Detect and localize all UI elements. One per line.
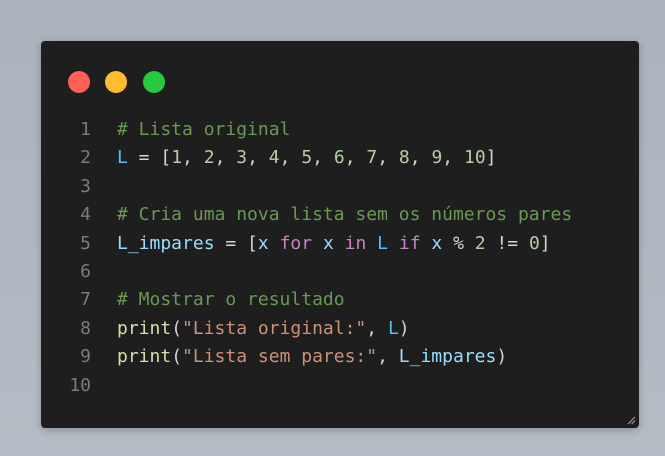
line-source: print("Lista original:", L) xyxy=(117,315,410,343)
code-token: in xyxy=(344,232,367,254)
code-token: 2 xyxy=(474,232,486,254)
line-number: 10 xyxy=(69,374,91,396)
line-source: # Cria uma nova lista sem os números par… xyxy=(117,201,572,229)
line-number: 3 xyxy=(80,175,91,197)
maximize-button[interactable] xyxy=(143,71,165,93)
code-token: x xyxy=(257,232,269,254)
code-token: 1 xyxy=(171,147,183,169)
code-token: print xyxy=(117,346,172,368)
code-token: , xyxy=(182,147,204,169)
code-token: , xyxy=(344,147,367,169)
code-window: 1 # Lista original 2 L = [1, 2, 3, 4, 5, 6,… xyxy=(41,41,639,428)
code-token: , xyxy=(279,147,302,169)
resize-handle-icon[interactable] xyxy=(626,415,636,425)
code-token: L xyxy=(117,147,128,169)
line-number: 2 xyxy=(80,147,91,169)
code-token: "Lista sem pares:" xyxy=(182,346,378,368)
code-token: "Lista original:" xyxy=(182,317,367,339)
code-token: = [ xyxy=(127,147,172,169)
code-line: 10 xyxy=(41,372,639,400)
code-token: 6 xyxy=(333,147,345,169)
line-number: 6 xyxy=(80,260,91,282)
code-token: 7 xyxy=(366,147,378,169)
line-number: 4 xyxy=(80,204,91,226)
close-button[interactable] xyxy=(68,71,90,93)
line-source: # Lista original xyxy=(117,116,290,144)
code-token: L_impares xyxy=(398,346,497,368)
code-token: , xyxy=(366,317,388,339)
minimize-button[interactable] xyxy=(105,71,127,93)
code-token: , xyxy=(442,147,464,169)
code-token: ] xyxy=(485,147,497,169)
code-token: ( xyxy=(171,346,183,368)
code-token: # Mostrar o resultado xyxy=(117,289,345,311)
line-source: L = [1, 2, 3, 4, 5, 6, 7, 8, 9, 10] xyxy=(117,144,497,172)
code-token: , xyxy=(409,147,432,169)
code-token: , xyxy=(214,147,237,169)
line-number: 7 xyxy=(80,289,91,311)
line-source: L_impares = [x for x in L if x % 2 != 0] xyxy=(117,230,551,258)
code-token: ) xyxy=(496,346,508,368)
code-token: 3 xyxy=(236,147,248,169)
code-token: , xyxy=(377,147,399,169)
code-token: L xyxy=(387,317,399,339)
code-line: 2L = [1, 2, 3, 4, 5, 6, 7, 8, 9, 10] xyxy=(41,144,639,172)
code-token: , xyxy=(247,147,269,169)
code-token: % xyxy=(442,232,475,254)
code-token: x xyxy=(322,232,334,254)
code-line: 6 xyxy=(41,258,639,286)
code-line: 4 # Cria uma nova lista sem os números pa… xyxy=(41,201,639,229)
code-token: 2 xyxy=(203,147,215,169)
code-token: L xyxy=(377,232,389,254)
line-source: # Mostrar o resultado xyxy=(117,286,345,314)
line-number: 1 xyxy=(80,119,91,140)
code-token: # Lista original xyxy=(117,119,291,140)
code-line: 3 xyxy=(41,173,639,201)
code-token: , xyxy=(312,147,334,169)
code-token: != xyxy=(485,232,529,254)
code-token: 8 xyxy=(398,147,410,169)
code-token: , xyxy=(377,346,399,368)
code-line: 5 L_impares = [x for x in L if x % 2 != 0… xyxy=(41,230,639,258)
code-token: # Cria uma nova lista sem os números par… xyxy=(117,204,573,226)
code-token: = [ xyxy=(214,232,258,254)
line-number: 8 xyxy=(80,317,91,339)
code-token: ) xyxy=(398,317,410,339)
code-line: 9 print("Lista sem pares:", L_impares) xyxy=(41,343,639,371)
code-token: 0 xyxy=(528,232,540,254)
code-token: ] xyxy=(539,232,551,254)
line-source: print("Lista sem pares:", L_impares) xyxy=(117,343,507,371)
line-number: 5 xyxy=(80,232,91,254)
code-token: 9 xyxy=(431,147,443,169)
code-token: L_impares xyxy=(117,232,215,254)
code-line: 8 print("Lista original:", L) xyxy=(41,315,639,343)
code-editor[interactable]: 1 # Lista original 2 L = [1, 2, 3, 4, 5, 6,… xyxy=(41,116,639,400)
code-token: if xyxy=(398,232,421,254)
code-token: ( xyxy=(171,317,183,339)
code-token: for xyxy=(279,232,313,254)
code-token: print xyxy=(117,317,172,339)
code-line: 1 # Lista original xyxy=(41,116,639,144)
code-line: 7 # Mostrar o resultado xyxy=(41,286,639,314)
code-token: 10 xyxy=(463,147,486,169)
code-token: x xyxy=(431,232,443,254)
code-token: 4 xyxy=(268,147,280,169)
code-token: 5 xyxy=(301,147,313,169)
line-number: 9 xyxy=(80,346,91,368)
